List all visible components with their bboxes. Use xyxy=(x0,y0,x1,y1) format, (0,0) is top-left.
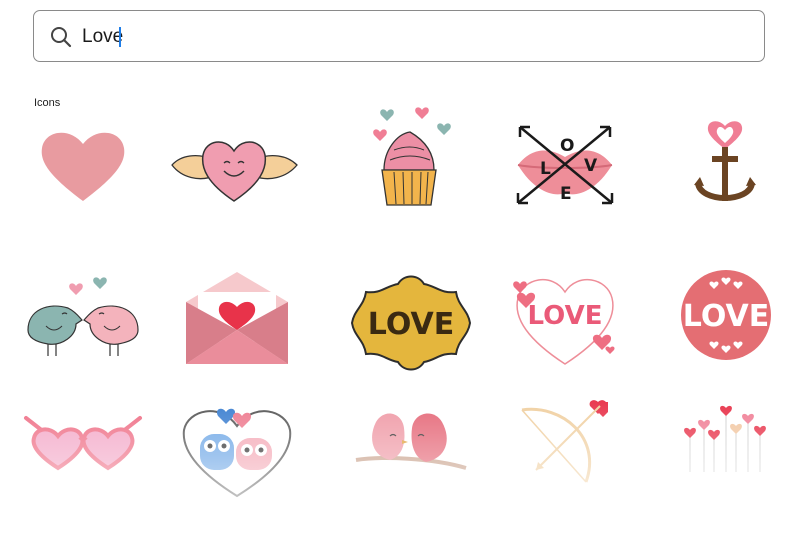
crossed-arrows-love-lips-icon: L O V E xyxy=(516,125,614,205)
heart-flowers-icon xyxy=(684,405,766,472)
owls-in-heart-icon xyxy=(182,408,292,498)
icon-tile-love-letter[interactable] xyxy=(172,268,302,378)
icon-results-grid: L O V E LOVE LOVE LOVE xyxy=(0,0,800,533)
cupid-bow-icon xyxy=(521,400,608,483)
love-circle-badge-icon: LOVE xyxy=(681,270,771,360)
love-letter-envelope-icon xyxy=(186,272,288,364)
icon-tile-winged-heart[interactable] xyxy=(169,113,299,223)
icon-tile-love-birds-branch[interactable] xyxy=(342,398,472,508)
love-circle-text: LOVE xyxy=(683,299,769,334)
icon-tile-love-circle[interactable]: LOVE xyxy=(660,263,790,373)
icon-tile-heart[interactable] xyxy=(18,113,148,223)
kissing-birds-icon xyxy=(27,277,139,356)
icon-tile-crossed-arrows[interactable]: L O V E xyxy=(500,113,630,223)
love-frame-text: LOVE xyxy=(368,307,454,342)
icon-tile-kissing-birds[interactable] xyxy=(18,268,148,378)
heart-icon xyxy=(41,132,125,201)
heart-anchor-icon xyxy=(694,121,756,201)
love-frame-label-icon: LOVE xyxy=(350,275,472,371)
icon-tile-love-heart-outline[interactable]: LOVE xyxy=(500,268,630,378)
heart-glasses-icon xyxy=(24,416,142,471)
icon-tile-heart-glasses[interactable] xyxy=(18,398,148,508)
icon-tile-cupid-bow[interactable] xyxy=(502,398,632,508)
love-letter-e: E xyxy=(560,184,572,204)
love-letter-o: O xyxy=(560,136,574,156)
icon-tile-heart-flowers[interactable] xyxy=(664,398,794,508)
love-birds-branch-icon xyxy=(355,413,467,470)
love-heart-text: LOVE xyxy=(528,301,603,331)
icon-tile-heart-anchor[interactable] xyxy=(660,113,790,223)
icon-tile-love-frame[interactable]: LOVE xyxy=(346,268,476,378)
love-heart-outline-icon: LOVE xyxy=(513,278,615,365)
icon-tile-owls-heart[interactable] xyxy=(172,398,302,508)
icon-tile-cupcake[interactable] xyxy=(342,100,472,210)
cupcake-icon xyxy=(373,107,451,206)
love-letter-v: V xyxy=(584,156,598,176)
winged-heart-icon xyxy=(171,141,298,202)
love-letter-l: L xyxy=(540,159,551,179)
